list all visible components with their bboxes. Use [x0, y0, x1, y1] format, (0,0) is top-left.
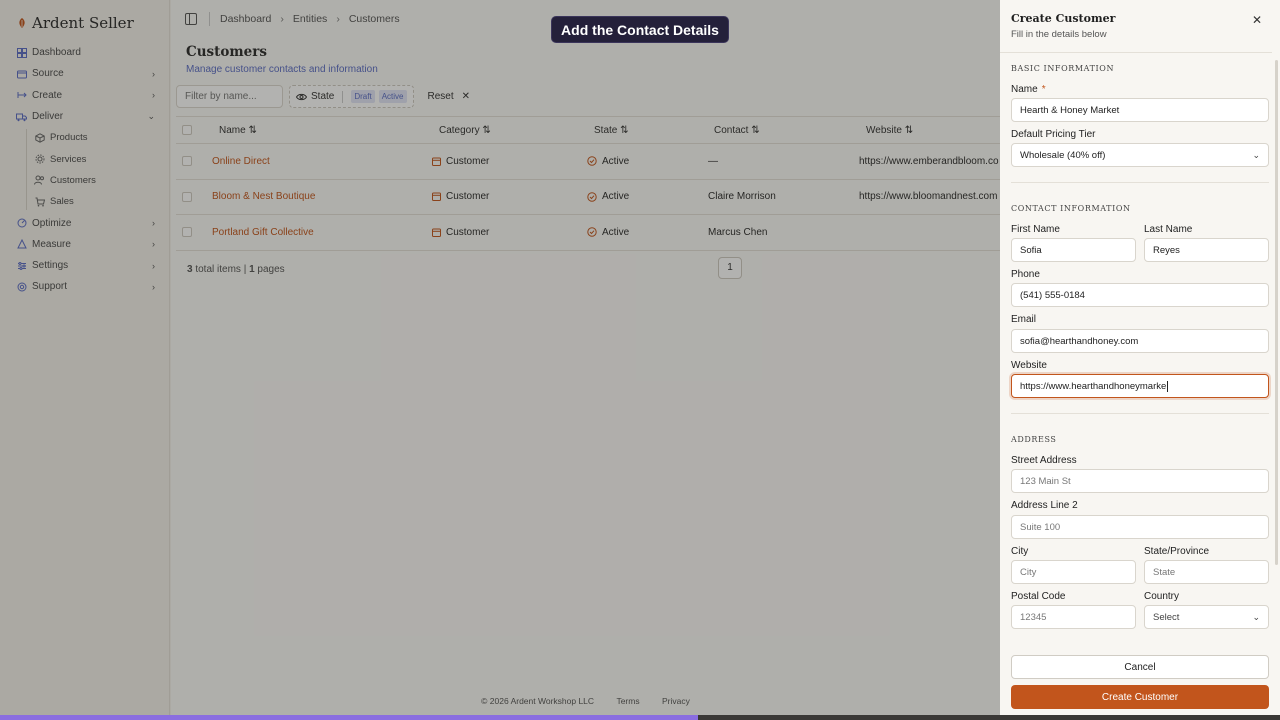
section-basic-heading: BASIC INFORMATION: [1011, 64, 1115, 73]
chevron-down-icon: ⌄: [1252, 612, 1260, 622]
website-label: Website: [1011, 360, 1047, 371]
state-province-field[interactable]: State: [1144, 560, 1269, 584]
phone-field[interactable]: (541) 555-0184: [1011, 283, 1269, 307]
pricing-label: Default Pricing Tier: [1011, 129, 1096, 140]
cancel-button[interactable]: Cancel: [1011, 655, 1269, 679]
state-province-label: State/Province: [1144, 546, 1210, 557]
phone-label: Phone: [1011, 269, 1040, 280]
last-name-label: Last Name: [1144, 224, 1193, 235]
email-field[interactable]: sofia@hearthandhoney.com: [1011, 329, 1269, 353]
city-label: City: [1011, 546, 1029, 557]
create-customer-drawer: Create Customer Fill in the details belo…: [1000, 0, 1280, 720]
section-address-heading: ADDRESS: [1011, 435, 1057, 444]
postal-code-label: Postal Code: [1011, 591, 1066, 602]
app: Ardent Seller Dashboard Source › Create …: [0, 0, 1280, 720]
address-line2-label: Address Line 2: [1011, 500, 1078, 511]
chevron-down-icon: ⌄: [1252, 150, 1260, 160]
instruction-banner: Add the Contact Details: [551, 16, 729, 43]
website-field[interactable]: https://www.hearthandhoneymarke: [1011, 374, 1269, 398]
section-divider: [1011, 182, 1269, 183]
name-field[interactable]: Hearth & Honey Market: [1011, 98, 1269, 122]
email-label: Email: [1011, 314, 1037, 325]
pricing-tier-select[interactable]: Wholesale (40% off) ⌄: [1011, 143, 1269, 167]
text-cursor: [1167, 380, 1169, 392]
name-label: Name *: [1011, 84, 1046, 95]
create-customer-button[interactable]: Create Customer: [1011, 685, 1269, 709]
drawer-header: Create Customer Fill in the details belo…: [1000, 0, 1280, 40]
first-name-label: First Name: [1011, 224, 1060, 235]
modal-backdrop[interactable]: [0, 0, 1000, 720]
city-field[interactable]: City: [1011, 560, 1136, 584]
street-address-field[interactable]: 123 Main St: [1011, 469, 1269, 493]
section-divider: [1011, 413, 1269, 414]
last-name-field[interactable]: Reyes: [1144, 238, 1269, 262]
drawer-title: Create Customer: [1011, 12, 1116, 25]
section-contact-heading: CONTACT INFORMATION: [1011, 204, 1131, 213]
street-label: Street Address: [1011, 455, 1077, 466]
country-label: Country: [1144, 591, 1180, 602]
close-icon[interactable]: ✕: [1252, 13, 1262, 27]
drawer-scrollbar[interactable]: [1275, 60, 1278, 565]
drawer-subtitle: Fill in the details below: [1011, 29, 1107, 40]
country-select[interactable]: Select ⌄: [1144, 605, 1269, 629]
drawer-form: BASIC INFORMATION Name * Hearth & Honey M…: [1000, 52, 1272, 644]
address-line2-field[interactable]: Suite 100: [1011, 515, 1269, 539]
first-name-field[interactable]: Sofia: [1011, 238, 1136, 262]
progress-bar: [0, 715, 1280, 720]
required-marker: *: [1041, 84, 1046, 95]
progress-fill: [0, 715, 698, 720]
postal-code-field[interactable]: 12345: [1011, 605, 1136, 629]
